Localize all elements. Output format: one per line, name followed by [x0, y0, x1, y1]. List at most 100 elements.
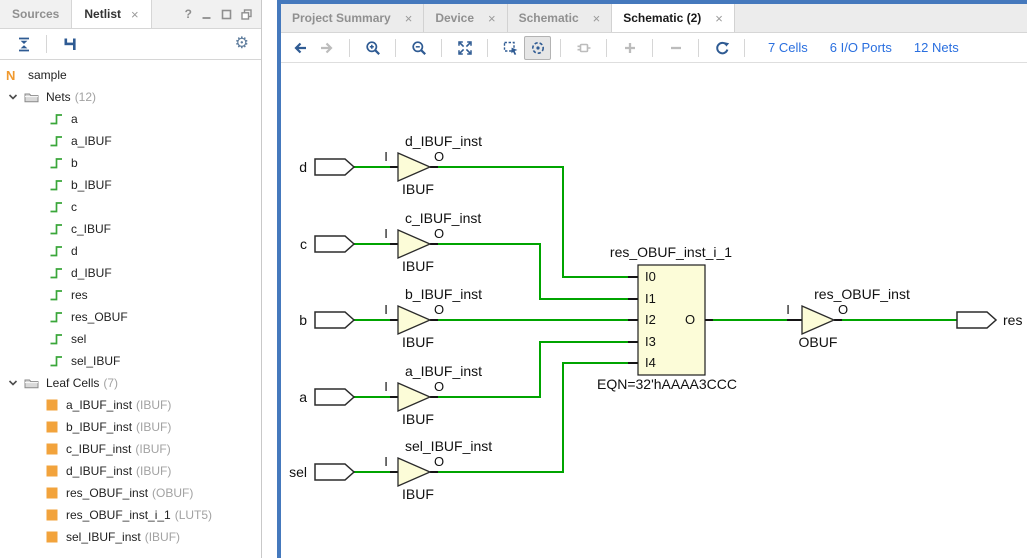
pin-label: I0: [645, 269, 656, 284]
tree-group-leaf-cells[interactable]: Leaf Cells (7): [0, 372, 261, 394]
close-icon[interactable]: ×: [715, 12, 723, 25]
lut5-gate[interactable]: I0 I1 I2 I3 I4 O res_OBUF_inst_i_1 EQN=3…: [597, 244, 737, 392]
ibuf-gate-d[interactable]: I O d_IBUF_inst IBUF: [384, 133, 482, 197]
collapse-all-button[interactable]: [10, 32, 37, 56]
tab-schematic[interactable]: Schematic ×: [508, 4, 613, 32]
net-icon: [49, 244, 63, 258]
autofit-selection-button[interactable]: [524, 36, 551, 60]
input-port-b[interactable]: b: [299, 312, 354, 328]
cell-label: b_IBUF_inst: [66, 420, 132, 434]
minimize-icon[interactable]: [201, 9, 212, 20]
tree-net-a[interactable]: a: [0, 108, 261, 130]
pin-label: O: [434, 149, 444, 164]
ibuf-gate-b[interactable]: I O b_IBUF_inst IBUF: [384, 286, 482, 350]
net-label: d: [71, 244, 78, 258]
zoom-out-button[interactable]: [405, 36, 432, 60]
tab-schematic-2[interactable]: Schematic (2) ×: [612, 4, 735, 32]
input-port-d[interactable]: d: [299, 159, 354, 175]
schematic-canvas[interactable]: d I O d_IBUF_inst IBUF c: [281, 63, 1026, 557]
tab-label: Project Summary: [292, 11, 391, 25]
chevron-down-icon[interactable]: [7, 91, 19, 103]
tree-net-c_IBUF[interactable]: c_IBUF: [0, 218, 261, 240]
ibuf-gate-sel[interactable]: I O sel_IBUF_inst IBUF: [384, 438, 492, 502]
toolbar-separator: [487, 39, 488, 57]
instance-label: res_OBUF_inst: [814, 286, 910, 302]
net-icon: [49, 156, 63, 170]
toolbar-separator: [652, 39, 653, 57]
output-port-res[interactable]: res: [957, 312, 1022, 328]
cell-type: (LUT5): [175, 508, 212, 522]
add-cell-button-disabled[interactable]: [570, 36, 597, 60]
netlist-panel: Sources Netlist × ?: [0, 0, 262, 558]
show-hierarchy-button[interactable]: [56, 32, 83, 56]
cell-type-label: IBUF: [402, 181, 434, 197]
port-label: a: [299, 389, 307, 405]
tree-cell-sel_IBUF_inst[interactable]: sel_IBUF_inst(IBUF): [0, 526, 261, 548]
chevron-down-icon[interactable]: [7, 377, 19, 389]
toolbar-separator: [606, 39, 607, 57]
tree-net-d[interactable]: d: [0, 240, 261, 262]
help-icon[interactable]: ?: [185, 7, 192, 21]
zoom-fit-button[interactable]: [451, 36, 478, 60]
toolbar-separator: [395, 39, 396, 57]
tab-sources[interactable]: Sources: [0, 0, 71, 28]
close-icon[interactable]: ×: [405, 12, 413, 25]
tree-node-sample[interactable]: N sample: [0, 64, 261, 86]
tree-net-c[interactable]: c: [0, 196, 261, 218]
tab-netlist[interactable]: Netlist ×: [71, 0, 151, 28]
plus-button-disabled[interactable]: [616, 36, 643, 60]
input-port-c[interactable]: c: [300, 236, 354, 252]
input-port-sel[interactable]: sel: [289, 464, 354, 480]
tree-cell-res_OBUF_inst_i_1[interactable]: res_OBUF_inst_i_1(LUT5): [0, 504, 261, 526]
settings-gear-icon[interactable]: ⚙: [235, 36, 249, 52]
input-port-a[interactable]: a: [299, 389, 354, 405]
tree-group-nets[interactable]: Nets (12): [0, 86, 261, 108]
tree-cell-d_IBUF_inst[interactable]: d_IBUF_inst(IBUF): [0, 460, 261, 482]
tree-net-a_IBUF[interactable]: a_IBUF: [0, 130, 261, 152]
maximize-icon[interactable]: [221, 9, 232, 20]
tree-net-sel[interactable]: sel: [0, 328, 261, 350]
pin-label: I: [786, 302, 790, 317]
nets-count-link[interactable]: 12 Nets: [914, 40, 959, 55]
tree-net-res[interactable]: res: [0, 284, 261, 306]
cell-icon: [46, 487, 58, 499]
io-ports-count-link[interactable]: 6 I/O Ports: [830, 40, 892, 55]
tree-net-res_OBUF[interactable]: res_OBUF: [0, 306, 261, 328]
net-icon: [49, 354, 63, 368]
instance-label: sel_IBUF_inst: [405, 438, 492, 454]
tree-node-label: sample: [28, 68, 67, 82]
tree-net-b[interactable]: b: [0, 152, 261, 174]
ibuf-gate-c[interactable]: I O c_IBUF_inst IBUF: [384, 210, 481, 274]
close-icon[interactable]: ×: [488, 12, 496, 25]
tree-cell-b_IBUF_inst[interactable]: b_IBUF_inst(IBUF): [0, 416, 261, 438]
tree-net-b_IBUF[interactable]: b_IBUF: [0, 174, 261, 196]
ibuf-gate-a[interactable]: I O a_IBUF_inst IBUF: [384, 363, 482, 427]
tab-netlist-label: Netlist: [84, 7, 121, 21]
back-button[interactable]: [286, 36, 313, 60]
forward-button[interactable]: [313, 36, 340, 60]
pin-label: O: [434, 226, 444, 241]
cell-label: sel_IBUF_inst: [66, 530, 141, 544]
toolbar-separator: [349, 39, 350, 57]
instance-label: c_IBUF_inst: [405, 210, 481, 226]
tree-net-sel_IBUF[interactable]: sel_IBUF: [0, 350, 261, 372]
net-label: c_IBUF: [71, 222, 111, 236]
cells-count-link[interactable]: 7 Cells: [768, 40, 808, 55]
tree-cell-a_IBUF_inst[interactable]: a_IBUF_inst(IBUF): [0, 394, 261, 416]
float-icon[interactable]: [241, 9, 252, 20]
tree-cell-c_IBUF_inst[interactable]: c_IBUF_inst(IBUF): [0, 438, 261, 460]
tree-net-d_IBUF[interactable]: d_IBUF: [0, 262, 261, 284]
zoom-in-button[interactable]: [359, 36, 386, 60]
regenerate-button[interactable]: [708, 36, 735, 60]
tree-cell-res_OBUF_inst[interactable]: res_OBUF_inst(OBUF): [0, 482, 261, 504]
close-icon[interactable]: ×: [593, 12, 601, 25]
close-icon[interactable]: ×: [131, 8, 139, 21]
tab-project-summary[interactable]: Project Summary ×: [281, 4, 424, 32]
instance-label: b_IBUF_inst: [405, 286, 482, 302]
instance-label: a_IBUF_inst: [405, 363, 482, 379]
obuf-gate[interactable]: I O res_OBUF_inst OBUF: [786, 286, 910, 350]
minus-button-disabled[interactable]: [662, 36, 689, 60]
net-label: res_OBUF: [71, 310, 128, 324]
zoom-to-selection-button[interactable]: [497, 36, 524, 60]
tab-device[interactable]: Device ×: [424, 4, 507, 32]
